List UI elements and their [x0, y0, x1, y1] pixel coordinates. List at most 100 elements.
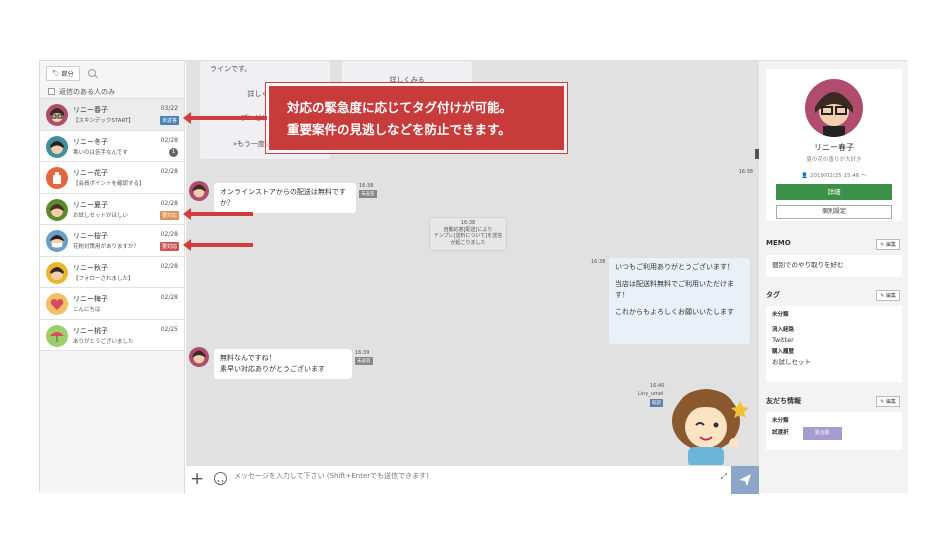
user-row-natsuko[interactable]: リニー夏子 お試しセットがほしい 02/28 要対応: [40, 193, 184, 225]
avatar: [46, 230, 68, 252]
user-date: 02/28: [160, 136, 178, 144]
friend-category: 未分類: [772, 418, 789, 424]
friend-info-title-text: 友だち情報: [766, 397, 801, 405]
avatar: [189, 181, 209, 201]
message-line: か？: [220, 199, 234, 207]
profile-name: リニー春子: [814, 143, 854, 152]
sticker-image: [666, 381, 756, 467]
profile-avatar: [805, 79, 863, 137]
send-button[interactable]: [731, 466, 759, 494]
tag-category: 流入経路: [772, 327, 795, 333]
annotation-callout: 対応の緊急度に応じてタグ付けが可能。 重要案件の見逃しなどを防止できます。: [265, 82, 568, 154]
individual-settings-button[interactable]: 個別設定: [776, 205, 892, 219]
timestamp: 16:38: [359, 183, 374, 189]
timestamp: 16:39: [355, 350, 370, 356]
profile-date-text: 2019/02/25 15:46 〜: [810, 173, 867, 179]
user-last-message: こんにちは: [73, 307, 101, 313]
message-input[interactable]: メッセージを入力して下さい (Shift+Enterでも送信できます): [234, 471, 429, 481]
user-date: 02/28: [160, 199, 178, 207]
user-last-message: ありがとうございました: [73, 338, 134, 345]
send-icon: [739, 474, 751, 486]
message-line: 素早い対応ありがとうございます: [220, 365, 325, 373]
profile-panel: リニー春子 夏の花の香りが大好き 👤 2019/02/25 15:46 〜 詳細…: [759, 61, 908, 493]
message-line: 無料なんですね！: [220, 354, 276, 362]
user-name: リニー花子: [73, 169, 108, 177]
memo-title: MEMO ✎ 編集: [766, 239, 902, 253]
user-date: 02/28: [160, 294, 178, 301]
friend-info-body: 未分類 試選択 混合肌: [766, 412, 902, 450]
user-list-panel: 🏷 節分 返信のある人のみ リニー春子 【スキンデックSTART】 03/22 …: [40, 61, 185, 493]
user-name: リニー秋子: [73, 263, 108, 272]
avatar: [46, 135, 68, 158]
user-date: 02/25: [160, 325, 178, 333]
emoji-icon[interactable]: [214, 472, 227, 486]
user-name: リニー桜子: [73, 232, 108, 240]
unread-count-badge: 1: [169, 147, 178, 157]
user-row-fuyuko[interactable]: リニー冬子 寒いのは苦手なんです 02/28 1: [40, 130, 184, 162]
plus-icon[interactable]: +: [190, 469, 204, 489]
message-line: す！: [615, 291, 629, 299]
user-last-message: 寒いのは苦手なんです: [73, 149, 128, 156]
user-date: 02/28: [160, 231, 178, 238]
avatar: [46, 324, 68, 347]
outgoing-message: いつもご利用ありがとうございます！ 当店は配送料無料でご利用いただけま す！ こ…: [609, 258, 750, 344]
memo-text: 個別でのやり取りを好む: [766, 255, 902, 277]
reply-filter-label: 返信のある人のみ: [59, 87, 115, 96]
message-line: いつもご利用ありがとうございます！: [615, 263, 734, 271]
avatar: [46, 261, 68, 284]
user-row-sakurako[interactable]: リニー桜子 花粉対策用がありますか？ 02/28 要対応: [40, 225, 184, 257]
status-badge: 未返答: [359, 190, 377, 198]
person-icon: 👤: [801, 173, 809, 179]
incoming-message: 無料なんですね！ 素早い対応ありがとうございます: [214, 349, 352, 379]
user-row-momoko[interactable]: リニー桃子 ありがとうございました 02/25: [40, 319, 184, 351]
user-last-message: 【フォローされました】: [73, 275, 134, 282]
tag-title: タグ ✎ 編集: [766, 290, 902, 304]
list-toolbar: 🏷 節分: [40, 61, 184, 85]
search-icon[interactable]: [87, 69, 96, 77]
friend-edit-button[interactable]: ✎ 編集: [876, 396, 900, 407]
annotation-line: 対応の緊急度に応じてタグ付けが可能。: [287, 100, 513, 115]
detail-button[interactable]: 詳細: [776, 184, 892, 200]
user-last-message: お試しセットがほしい: [73, 212, 129, 219]
status-badge: 未返答: [159, 116, 179, 125]
tag-category: 未分類: [772, 312, 789, 318]
user-row-umeko[interactable]: リニー梅子 こんにちは 02/28: [40, 288, 184, 320]
avatar: [46, 293, 68, 315]
tag-edit-button[interactable]: ✎ 編集: [876, 290, 900, 301]
reply-filter[interactable]: 返信のある人のみ: [40, 85, 184, 99]
status-badge: 要対応: [159, 210, 179, 220]
message-input-bar: + メッセージを入力して下さい (Shift+Enterでも送信できます) ⤢: [186, 465, 759, 494]
avatar: [189, 347, 209, 367]
sender-name: Liny_umei: [638, 391, 664, 397]
avatar: [46, 104, 68, 126]
message-line: 当店は配送料無料でご利用いただけま: [615, 280, 734, 288]
user-row-akiko[interactable]: リニー秋子 【フォローされました】 02/28: [40, 256, 184, 288]
status-badge: 要対応: [159, 242, 179, 251]
user-name: リニー梅子: [73, 295, 108, 303]
timestamp: 16:40: [650, 383, 665, 389]
user-last-message: 【スキンデックSTART】: [73, 118, 134, 124]
profile-card: リニー春子 夏の花の香りが大好き 👤 2019/02/25 15:46 〜 詳細…: [766, 69, 902, 221]
timestamp: 16:38: [591, 259, 606, 265]
friend-field-label: 試選択: [772, 430, 789, 436]
memo-title-text: MEMO: [766, 239, 791, 247]
expand-icon[interactable]: ⤢: [721, 472, 727, 482]
tag-list: 未分類 流入経路 Twitter 購入履歴 お試しセット: [766, 306, 902, 382]
system-notice: 16:38 自動応答[配送]により テンプレ[送料について]を送信 が起こりまし…: [429, 217, 507, 251]
edit-label: 編集: [885, 399, 896, 405]
memo-edit-button[interactable]: ✎ 編集: [876, 239, 900, 250]
user-row-haruko[interactable]: リニー春子 【スキンデックSTART】 03/22 未返答: [40, 99, 184, 131]
user-row-hanako[interactable]: リニー花子 【会員ポイントを確認する】 02/28: [40, 162, 184, 194]
annotation-line: 重要案件の見逃しなどを防止できます。: [287, 122, 511, 137]
friend-info-title: 友だち情報 ✎ 編集: [766, 396, 902, 410]
message-line: オンラインストアからの配送は無料です: [220, 188, 346, 196]
user-name: リニー春子: [73, 106, 108, 114]
avatar: [46, 167, 68, 189]
tag-filter-button[interactable]: 🏷 節分: [46, 65, 80, 81]
read-badge: 既読: [650, 399, 663, 407]
avatar: [46, 198, 68, 221]
status-badge: 未返答: [355, 357, 373, 365]
user-date: 02/28: [160, 168, 178, 175]
annotation-arrow: [183, 239, 253, 251]
reply-filter-checkbox[interactable]: [48, 88, 55, 95]
